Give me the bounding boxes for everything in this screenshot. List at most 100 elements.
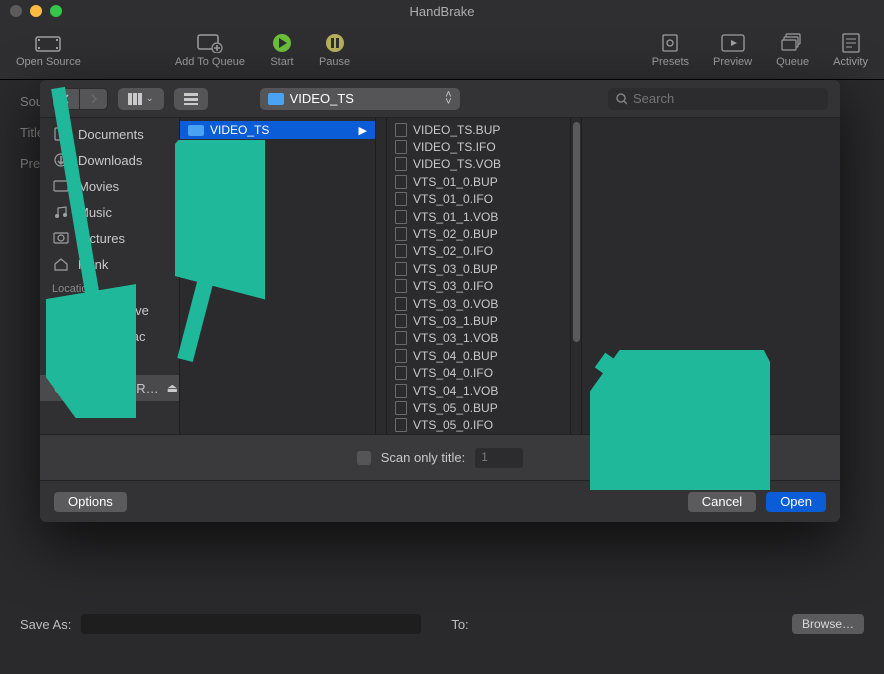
file-row[interactable]: VTS_03_0.VOB [387, 295, 570, 312]
drive-icon [52, 303, 70, 317]
pause-button[interactable]: Pause [307, 33, 362, 68]
activity-label: Activity [833, 56, 868, 68]
image-plus-icon [197, 33, 223, 53]
document-icon [395, 349, 407, 363]
queue-button[interactable]: Queue [764, 33, 821, 68]
file-row[interactable]: VTS_01_0.BUP [387, 173, 570, 190]
presets-label: Presets [652, 56, 689, 68]
open-source-button[interactable]: Open Source [4, 33, 93, 68]
column-1[interactable]: VIDEO_TS ▶ [180, 118, 376, 434]
document-icon [395, 279, 407, 293]
scan-only-title-checkbox[interactable] [357, 451, 371, 465]
path-label: VIDEO_TS [290, 91, 354, 106]
view-mode-button[interactable]: ⌄ [118, 88, 164, 110]
sidebar-item-movies[interactable]: Movies [40, 173, 179, 199]
preview-label: Preview [713, 56, 752, 68]
sidebar-location-item[interactable]: Hunk's Mac [40, 323, 179, 349]
preview-button[interactable]: Preview [701, 33, 764, 68]
drive-icon [52, 355, 70, 369]
sheet-header: ⌄ VIDEO_TS ˄˅ [40, 80, 840, 118]
file-row[interactable]: VTS_03_1.BUP [387, 312, 570, 329]
folder-label: VIDEO_TS [210, 123, 269, 137]
column-3[interactable] [582, 118, 840, 434]
window-title: HandBrake [409, 4, 474, 19]
file-row[interactable]: VTS_01_0.IFO [387, 191, 570, 208]
file-row[interactable]: VIDEO_TS.VOB [387, 156, 570, 173]
open-source-label: Open Source [16, 56, 81, 68]
column-2-scrollbar[interactable] [571, 118, 582, 434]
file-row[interactable]: VTS_05_0.IFO [387, 417, 570, 434]
eject-icon[interactable]: ⏏ [167, 381, 178, 395]
sidebar-item-pictures[interactable]: Pictures [40, 225, 179, 251]
document-icon [395, 331, 407, 345]
minimize-window-icon[interactable] [30, 5, 42, 17]
search-field[interactable] [608, 88, 828, 110]
file-row[interactable]: VTS_03_1.VOB [387, 330, 570, 347]
sidebar-item-documents[interactable]: Documents [40, 121, 179, 147]
sidebar-location-item[interactable]: iCloud Drive [40, 297, 179, 323]
title-bar: HandBrake [0, 0, 884, 22]
gear-doc-icon [657, 33, 683, 53]
start-button[interactable]: Start [257, 33, 307, 68]
save-as-input[interactable] [81, 614, 421, 634]
sheet-options-row: Scan only title: 1 [40, 434, 840, 480]
group-by-button[interactable] [174, 88, 208, 110]
column-1-folder-selected[interactable]: VIDEO_TS ▶ [180, 121, 375, 139]
file-row[interactable]: VTS_04_1.VOB [387, 382, 570, 399]
start-label: Start [270, 56, 293, 68]
sidebar-item-label: Pictures [78, 231, 125, 246]
folder-icon [188, 125, 204, 136]
sidebar-item-hunk[interactable]: Hunk [40, 251, 179, 277]
play-icon [269, 33, 295, 53]
options-button[interactable]: Options [54, 492, 127, 512]
document-icon [395, 366, 407, 380]
document-icon [395, 262, 407, 276]
file-row[interactable]: VTS_04_0.IFO [387, 364, 570, 381]
file-row[interactable]: VTS_03_0.IFO [387, 278, 570, 295]
nav-forward-button[interactable] [80, 88, 108, 110]
presets-button[interactable]: Presets [640, 33, 701, 68]
file-row[interactable]: VTS_02_0.IFO [387, 243, 570, 260]
open-button[interactable]: Open [766, 492, 826, 512]
sheet-body: Documents DownloadsMoviesMusic Pictures Hun… [40, 118, 840, 434]
sidebar-item-label: Documents [78, 127, 144, 142]
cancel-button[interactable]: Cancel [688, 492, 756, 512]
file-name: VTS_05_0.IFO [413, 418, 493, 432]
list-icon [184, 93, 198, 105]
zoom-window-icon[interactable] [50, 5, 62, 17]
column-2[interactable]: VIDEO_TS.BUPVIDEO_TS.IFO VIDEO_TS.VOB VTS_… [387, 118, 571, 434]
document-icon [395, 140, 407, 154]
browse-button[interactable]: Browse… [792, 614, 864, 634]
file-name: VTS_03_0.IFO [413, 279, 493, 293]
file-row[interactable]: VTS_04_0.BUP [387, 347, 570, 364]
file-row[interactable]: VTS_01_1.VOB [387, 208, 570, 225]
file-name: VTS_03_1.VOB [413, 331, 498, 345]
file-row[interactable]: VTS_02_0.BUP [387, 225, 570, 242]
sidebar-location-item[interactable]: HUNK [40, 349, 179, 375]
file-name: VTS_02_0.IFO [413, 244, 493, 258]
close-window-icon[interactable] [10, 5, 22, 17]
to-label: To: [451, 617, 468, 632]
sidebar-location-item[interactable]: TOY_STOR…⏏ [40, 375, 179, 401]
scan-only-title-input[interactable]: 1 [475, 448, 523, 468]
folder-icon [268, 93, 284, 105]
file-row[interactable]: VTS_05_0.BUP [387, 399, 570, 416]
add-to-queue-button[interactable]: Add To Queue [163, 33, 257, 68]
sidebar-item-label: iCloud Drive [78, 303, 149, 318]
column-1-scrollbar[interactable] [376, 118, 387, 434]
path-dropdown[interactable]: VIDEO_TS ˄˅ [260, 88, 460, 110]
save-as-row: Save As: To: Browse… [20, 614, 864, 634]
document-icon [395, 157, 407, 171]
file-row[interactable]: VIDEO_TS.BUP [387, 121, 570, 138]
file-name: VIDEO_TS.VOB [413, 157, 501, 171]
sidebar-item-label: Hunk's Mac [78, 329, 146, 344]
file-row[interactable]: VIDEO_TS.IFO [387, 138, 570, 155]
file-row[interactable]: VTS_03_0.BUP [387, 260, 570, 277]
search-input[interactable] [633, 91, 820, 106]
file-name: VTS_03_0.VOB [413, 297, 498, 311]
sidebar-item-label: Hunk [78, 257, 108, 272]
sidebar-item-downloads[interactable]: Downloads [40, 147, 179, 173]
sidebar-item-music[interactable]: Music [40, 199, 179, 225]
nav-back-button[interactable] [52, 88, 80, 110]
activity-button[interactable]: Activity [821, 33, 880, 68]
